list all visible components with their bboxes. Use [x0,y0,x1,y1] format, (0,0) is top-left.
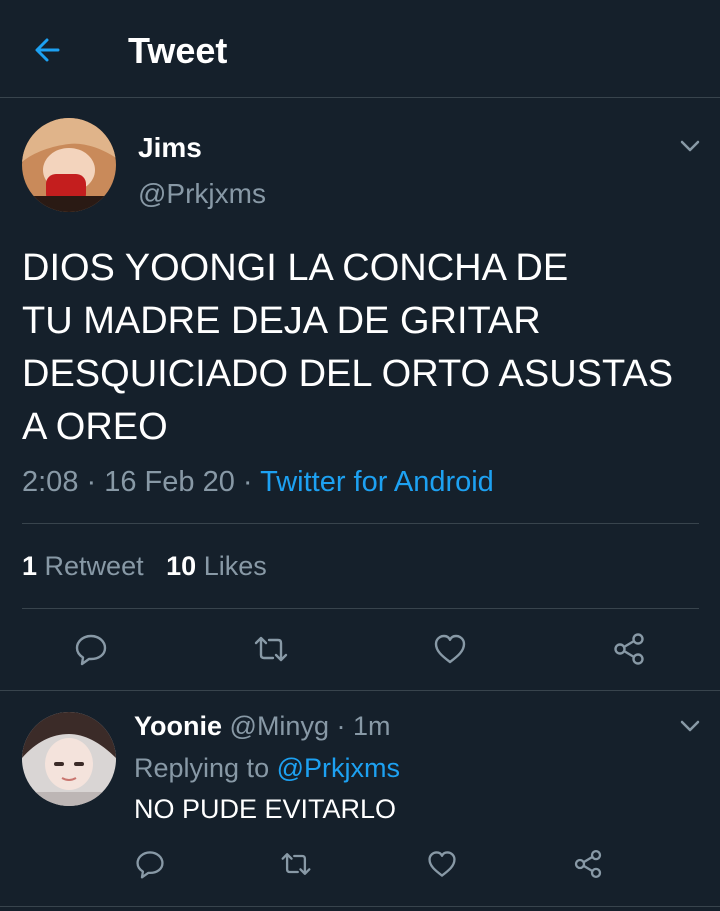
share-icon[interactable] [611,631,647,667]
meta-separator: · [78,466,105,498]
like-count: 10 [166,551,197,581]
avatar[interactable] [22,118,116,212]
author-name[interactable]: Jims [138,132,202,164]
retweet-icon[interactable] [253,631,289,667]
reply-author-handle[interactable]: @Minyg [230,711,329,741]
like-label: Likes [203,551,267,581]
tweet-text-line: A OREO [22,406,168,448]
retweets-stat[interactable]: 1 Retweet [22,551,144,581]
likes-stat[interactable]: 10 Likes [166,551,267,581]
tweet-time: 2:08 [22,466,79,498]
meta-separator: · [328,711,353,741]
tweet-date: 16 Feb 20 [104,466,235,498]
tweet-text-line: DESQUICIADO DEL ORTO ASUSTAS [22,353,674,395]
chevron-down-icon[interactable] [678,714,702,738]
comment-icon[interactable] [73,631,109,667]
reply-header: Yoonie @Minyg · 1m [134,711,390,742]
meta-separator: · [234,466,261,498]
mention-link[interactable]: @Prkjxms [277,753,400,783]
divider [22,608,699,609]
reply-text: NO PUDE EVITARLO [134,794,397,824]
share-icon[interactable] [572,848,604,880]
retweet-count: 1 [22,551,38,581]
retweet-label: Retweet [44,551,144,581]
page-title: Tweet [128,30,228,71]
chevron-down-icon[interactable] [678,134,702,158]
replying-to: Replying to @Prkjxms [134,753,400,784]
comment-icon[interactable] [134,848,166,880]
divider [0,690,720,691]
tweet-stats: 1 Retweet 10 Likes [22,551,267,582]
tweet-source-link[interactable]: Twitter for Android [260,466,494,498]
divider [22,523,699,524]
tweet-text-line: TU MADRE DEJA DE GRITAR [22,300,541,342]
tweet-meta: 2:08 · 16 Feb 20 · Twitter for Android [22,466,494,499]
divider [0,906,720,907]
author-handle[interactable]: @Prkjxms [138,178,266,210]
tweet-text: DIOS YOONGI LA CONCHA DE TU MADRE DEJA D… [22,242,702,454]
tweet-text-line: DIOS YOONGI LA CONCHA DE [22,247,569,289]
avatar[interactable] [22,712,116,806]
top-bar: Tweet [0,0,720,98]
heart-icon[interactable] [426,848,458,880]
heart-icon[interactable] [432,631,468,667]
replying-label: Replying to [134,753,270,783]
retweet-icon[interactable] [280,848,312,880]
reply-author-name[interactable]: Yoonie [134,711,222,741]
arrow-left-icon[interactable] [30,32,66,68]
reply-age: 1m [352,711,391,741]
